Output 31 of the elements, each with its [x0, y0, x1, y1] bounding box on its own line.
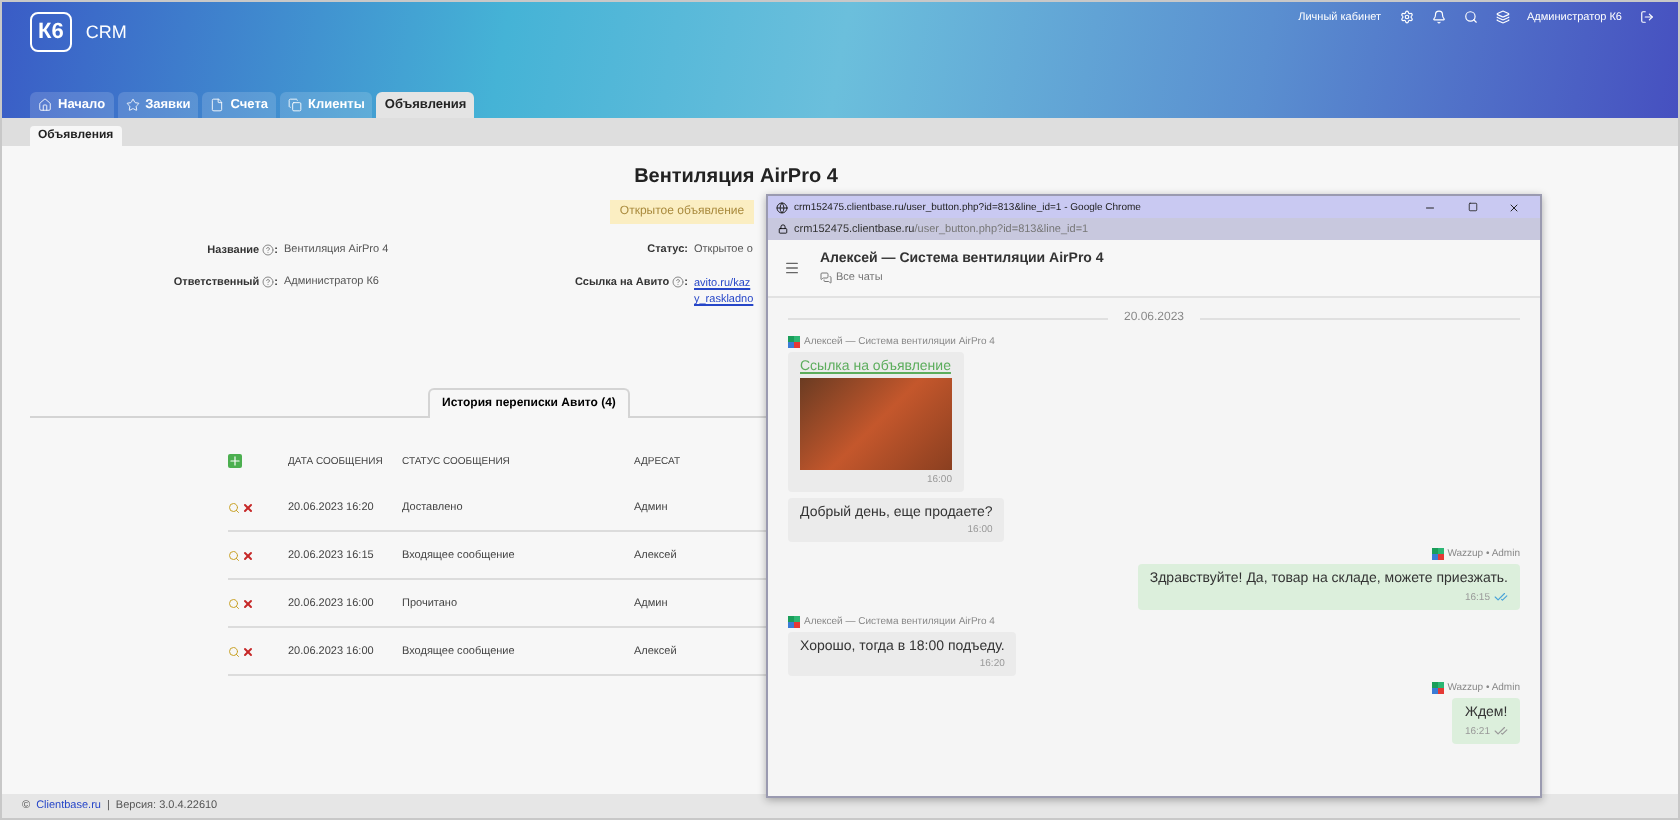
add-icon[interactable] [228, 454, 242, 469]
delete-icon[interactable] [242, 549, 254, 562]
logo-icon [1431, 682, 1444, 694]
globe-icon [776, 201, 788, 213]
maximize-icon[interactable] [1467, 202, 1477, 212]
help-icon[interactable] [672, 276, 685, 289]
logo-icon [788, 616, 800, 628]
logo-icon [788, 336, 800, 348]
search-icon[interactable] [1463, 10, 1478, 24]
bell-icon[interactable] [1431, 10, 1446, 24]
tab-icon [288, 98, 303, 112]
app-name: CRM [85, 22, 127, 42]
delete-icon[interactable] [242, 501, 254, 514]
help-icon[interactable] [262, 244, 275, 256]
layers-icon[interactable] [1495, 10, 1510, 24]
logout-icon[interactable] [1640, 10, 1654, 24]
delete-icon[interactable] [242, 645, 254, 658]
record-title: Вентиляция AirPro 4 [632, 166, 840, 188]
minimize-icon[interactable] [1424, 201, 1436, 213]
settings-icon[interactable] [1399, 10, 1414, 24]
delete-icon[interactable] [242, 597, 254, 610]
tab-icon [125, 98, 140, 112]
logo-icon [1431, 548, 1444, 560]
help-icon[interactable] [262, 276, 275, 289]
menu-icon[interactable] [784, 260, 800, 276]
logo[interactable]: К6 [30, 12, 72, 52]
tab-icon [38, 98, 52, 112]
tab-icon [210, 98, 225, 112]
chat-bubbles-icon [820, 272, 832, 284]
close-icon[interactable] [1508, 201, 1520, 213]
lock-icon [778, 224, 788, 234]
